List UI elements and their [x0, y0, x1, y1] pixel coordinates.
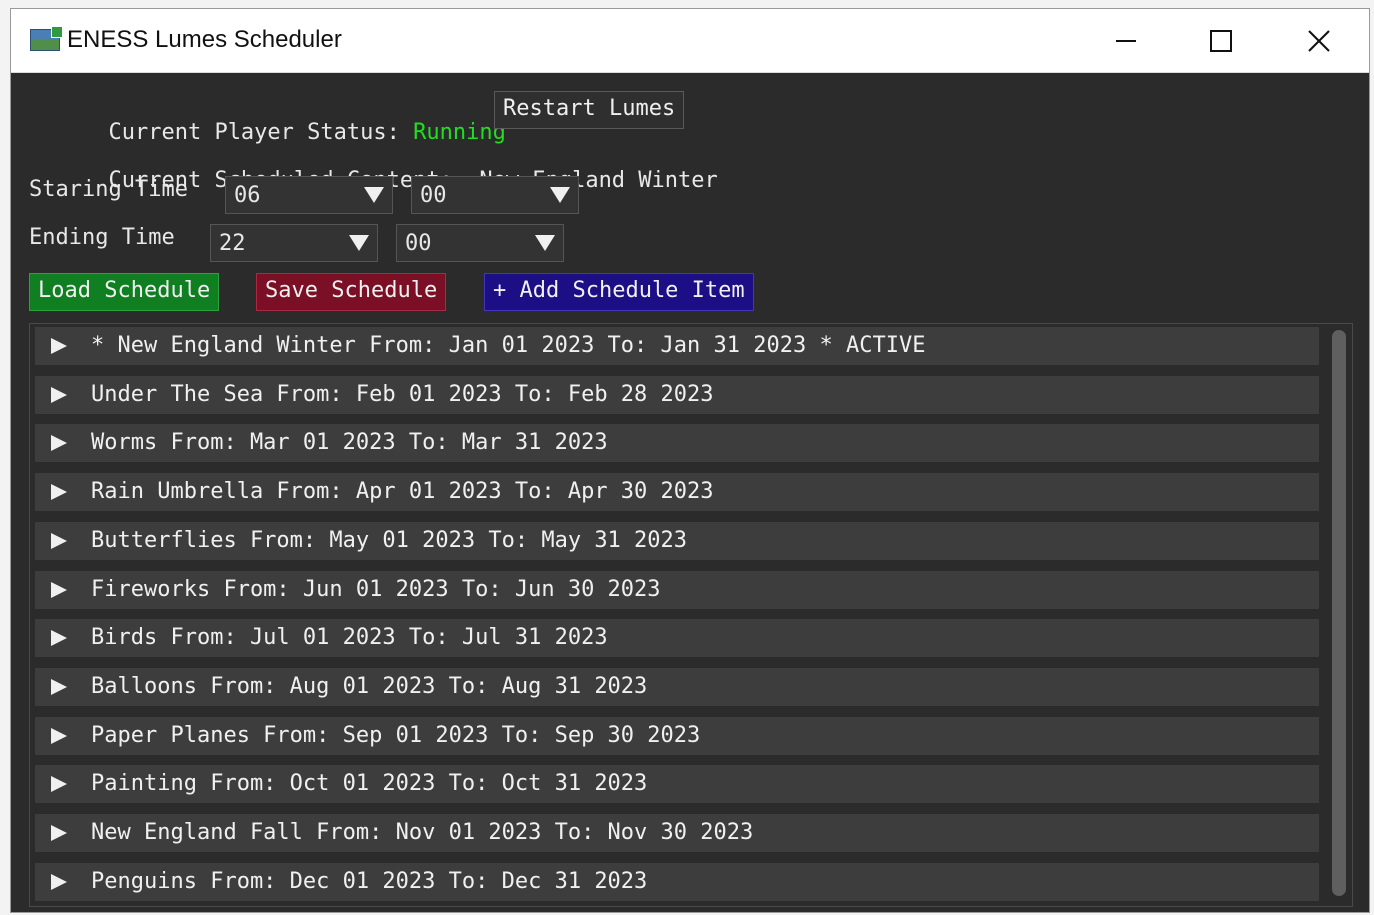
- expand-arrow-icon[interactable]: [51, 484, 67, 501]
- chevron-down-icon: [341, 225, 377, 261]
- add-schedule-item-button[interactable]: + Add Schedule Item: [484, 273, 754, 311]
- starting-hour-select[interactable]: 06: [225, 176, 393, 214]
- save-schedule-button[interactable]: Save Schedule: [256, 273, 447, 311]
- schedule-row[interactable]: Butterflies From: May 01 2023 To: May 31…: [35, 521, 1319, 560]
- schedule-row[interactable]: Worms From: Mar 01 2023 To: Mar 31 2023: [35, 424, 1319, 463]
- ending-hour-value: 22: [219, 231, 246, 256]
- close-icon: [1308, 29, 1330, 52]
- schedule-row[interactable]: Penguins From: Dec 01 2023 To: Dec 31 20…: [35, 862, 1319, 901]
- schedule-row-text: Paper Planes From: Sep 01 2023 To: Sep 3…: [91, 722, 701, 748]
- expand-arrow-icon[interactable]: [51, 776, 67, 793]
- main-content: Current Player Status: Running Restart L…: [11, 73, 1369, 912]
- schedule-row-text: Birds From: Jul 01 2023 To: Jul 31 2023: [91, 625, 608, 651]
- schedule-row-text: Worms From: Mar 01 2023 To: Mar 31 2023: [91, 430, 608, 456]
- schedule-row[interactable]: * New England Winter From: Jan 01 2023 T…: [35, 327, 1319, 365]
- chevron-down-icon: [356, 177, 392, 213]
- starting-hour-value: 06: [234, 183, 261, 208]
- ending-minute-value: 00: [405, 231, 432, 256]
- schedule-row-text: Painting From: Oct 01 2023 To: Oct 31 20…: [91, 771, 648, 797]
- close-button[interactable]: [1271, 9, 1367, 72]
- schedule-list: * New England Winter From: Jan 01 2023 T…: [29, 323, 1353, 907]
- expand-arrow-icon[interactable]: [51, 727, 67, 744]
- minimize-button[interactable]: [1078, 9, 1174, 72]
- ending-time-label: Ending Time: [29, 225, 175, 250]
- window-title: ENESS Lumes Scheduler: [67, 26, 342, 53]
- schedule-row-text: Under The Sea From: Feb 01 2023 To: Feb …: [91, 381, 714, 407]
- chevron-down-icon: [542, 177, 578, 213]
- expand-arrow-icon[interactable]: [51, 532, 67, 549]
- schedule-row[interactable]: Fireworks From: Jun 01 2023 To: Jun 30 2…: [35, 570, 1319, 609]
- schedule-row[interactable]: Birds From: Jul 01 2023 To: Jul 31 2023: [35, 619, 1319, 658]
- starting-time-label: Staring Time: [29, 177, 188, 202]
- expand-arrow-icon[interactable]: [51, 386, 67, 403]
- scrollbar[interactable]: [1332, 330, 1346, 896]
- maximize-button[interactable]: [1173, 9, 1269, 72]
- expand-arrow-icon[interactable]: [51, 581, 67, 598]
- schedule-row-text: New England Fall From: Nov 01 2023 To: N…: [91, 820, 754, 845]
- expand-arrow-icon[interactable]: [51, 678, 67, 695]
- expand-arrow-icon[interactable]: [51, 873, 67, 890]
- expand-arrow-icon[interactable]: [51, 825, 67, 841]
- schedule-row-text: Penguins From: Dec 01 2023 To: Dec 31 20…: [91, 868, 648, 894]
- title-bar[interactable]: ENESS Lumes Scheduler: [11, 9, 1369, 73]
- scrollbar-thumb[interactable]: [1332, 330, 1346, 896]
- minimize-icon: [1116, 39, 1136, 42]
- load-schedule-button[interactable]: Load Schedule: [29, 273, 220, 311]
- schedule-row[interactable]: Rain Umbrella From: Apr 01 2023 To: Apr …: [35, 473, 1319, 512]
- ending-minute-select[interactable]: 00: [396, 224, 564, 262]
- app-window: ENESS Lumes Scheduler Current Player Sta…: [10, 8, 1370, 913]
- restart-lumes-button[interactable]: Restart Lumes: [494, 91, 685, 129]
- expand-arrow-icon[interactable]: [51, 630, 67, 647]
- schedule-row-text: Butterflies From: May 01 2023 To: May 31…: [91, 527, 688, 553]
- expand-arrow-icon[interactable]: [51, 338, 67, 354]
- schedule-row[interactable]: Painting From: Oct 01 2023 To: Oct 31 20…: [35, 765, 1319, 804]
- maximize-icon: [1210, 29, 1232, 52]
- schedule-row[interactable]: Balloons From: Aug 01 2023 To: Aug 31 20…: [35, 667, 1319, 706]
- schedule-row[interactable]: Paper Planes From: Sep 01 2023 To: Sep 3…: [35, 716, 1319, 755]
- starting-minute-value: 00: [420, 183, 447, 208]
- schedule-row[interactable]: Under The Sea From: Feb 01 2023 To: Feb …: [35, 375, 1319, 414]
- ending-hour-select[interactable]: 22: [210, 224, 378, 262]
- chevron-down-icon: [527, 225, 563, 261]
- schedule-row-text: Rain Umbrella From: Apr 01 2023 To: Apr …: [91, 479, 714, 505]
- starting-minute-select[interactable]: 00: [411, 176, 579, 214]
- schedule-row-text: Fireworks From: Jun 01 2023 To: Jun 30 2…: [91, 576, 661, 602]
- expand-arrow-icon[interactable]: [51, 435, 67, 452]
- app-icon: [30, 26, 63, 51]
- schedule-row-text: * New England Winter From: Jan 01 2023 T…: [91, 333, 926, 358]
- schedule-row-text: Balloons From: Aug 01 2023 To: Aug 31 20…: [91, 673, 648, 699]
- schedule-row[interactable]: New England Fall From: Nov 01 2023 To: N…: [35, 814, 1319, 852]
